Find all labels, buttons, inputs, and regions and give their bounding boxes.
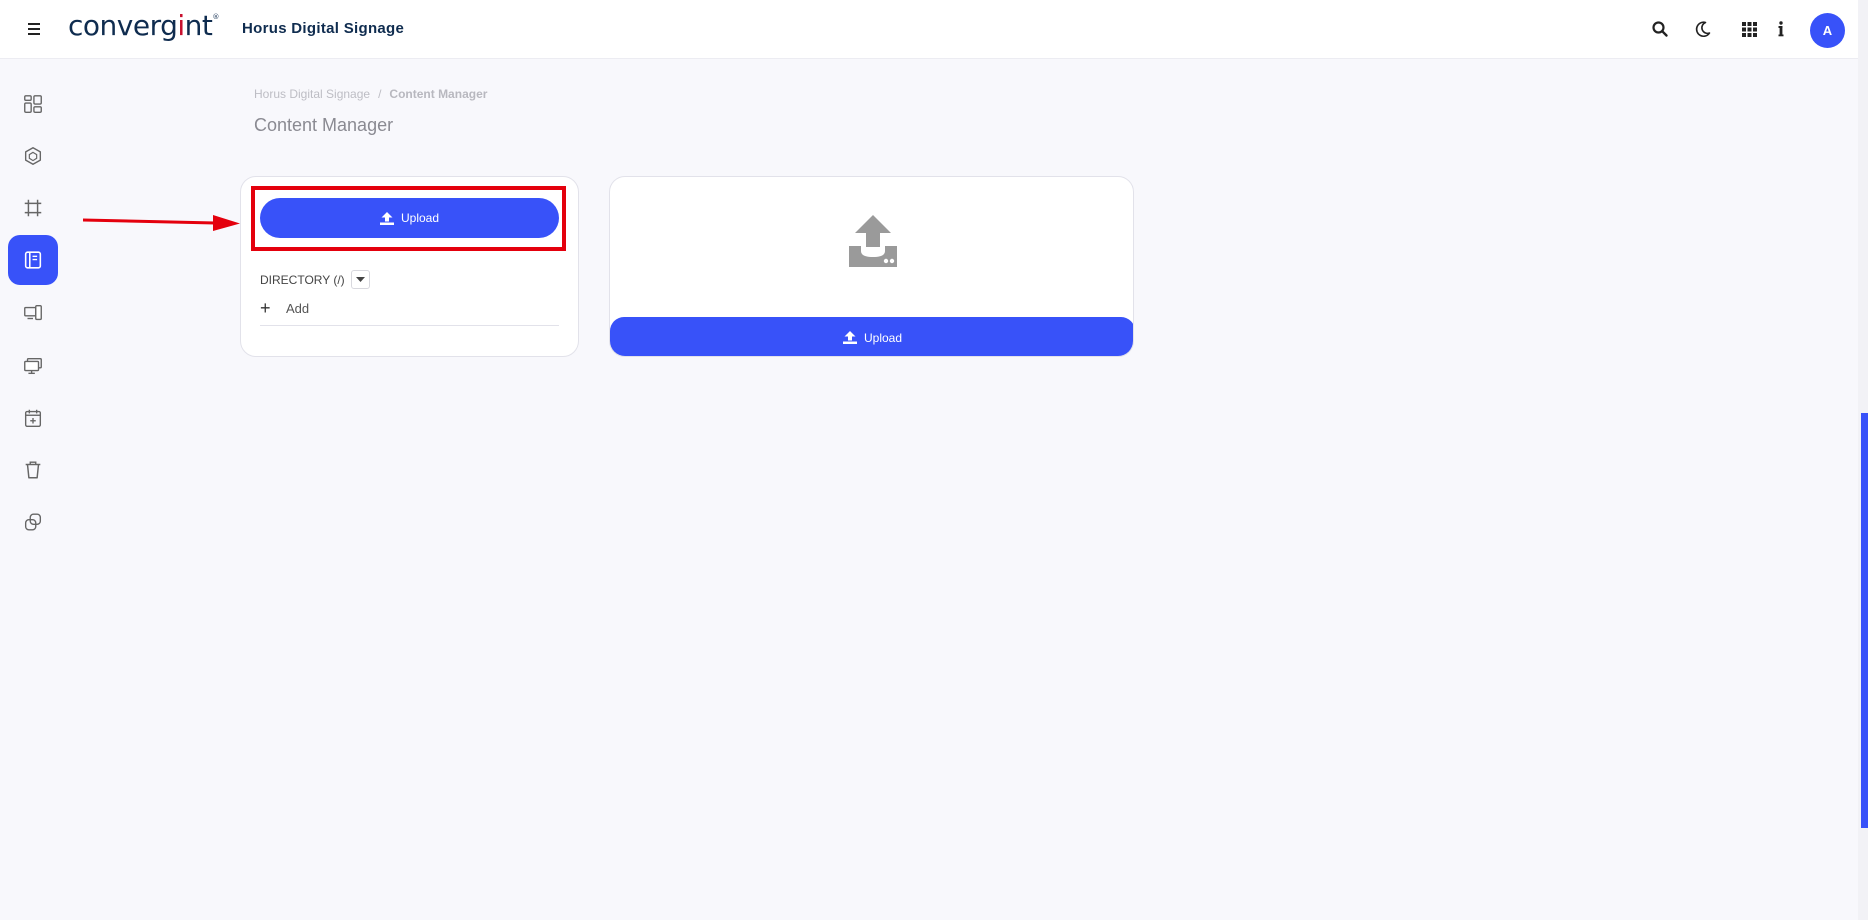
content-icon [24,251,42,269]
calendar-add-icon [24,409,42,427]
logo-text-end: nt [184,9,213,42]
sidebar-item-displays[interactable] [8,341,58,391]
upload-tray-icon [849,215,897,267]
breadcrumb-separator: / [378,87,382,101]
info-icon[interactable] [1769,17,1793,41]
devices-icon [24,304,42,321]
sidebar-item-links[interactable] [8,497,58,547]
caret-down-icon [355,276,365,282]
upload-submit-label: Upload [863,330,903,345]
sidebar-item-devices[interactable] [8,288,58,338]
directory-label: DIRECTORY (/) [260,272,345,287]
scrollbar-thumb[interactable] [1861,413,1868,828]
hamburger-menu-icon[interactable] [22,18,50,40]
link-icon [24,513,42,531]
annotation-arrow [83,215,240,231]
sidebar [0,60,68,920]
breadcrumb: Horus Digital Signage / Content Manager [254,87,487,101]
trash-icon [25,461,41,479]
displays-icon [24,357,42,375]
sidebar-item-frame[interactable] [8,183,58,233]
sidebar-item-dashboard[interactable] [8,79,58,129]
user-avatar[interactable]: A [1810,13,1845,48]
breadcrumb-current: Content Manager [389,87,488,101]
sidebar-item-trash[interactable] [8,445,58,495]
logo-accent: i [177,9,185,42]
sidebar-item-cube[interactable] [8,131,58,181]
app-name: Horus Digital Signage [242,20,405,37]
upload-icon [842,331,857,344]
convergint-logo[interactable]: convergint® [68,9,219,42]
upload-submit-button[interactable]: Upload [610,317,1133,356]
dark-mode-moon-icon[interactable] [1691,17,1715,41]
page-title: Content Manager [254,115,394,135]
directory-row: DIRECTORY (/) [260,270,370,289]
dashboard-icon [24,95,42,113]
frame-icon [24,199,42,217]
logo-text: converg [68,9,178,42]
cube-icon [24,147,42,165]
breadcrumb-root[interactable]: Horus Digital Signage [254,87,370,101]
plus-icon: + [260,298,271,318]
top-bar: convergint® Horus Digital Signage A [0,0,1858,59]
search-icon[interactable] [1648,17,1672,41]
add-directory-button[interactable]: + Add [260,298,559,326]
sidebar-item-schedule[interactable] [8,393,58,443]
upload-dropzone[interactable]: Upload [609,176,1134,357]
directory-dropdown-button[interactable] [350,270,370,289]
sidebar-item-content-manager[interactable] [8,235,58,285]
add-label: Add [286,301,310,316]
apps-grid-icon[interactable] [1737,17,1761,41]
annotation-highlight-box [251,186,566,251]
